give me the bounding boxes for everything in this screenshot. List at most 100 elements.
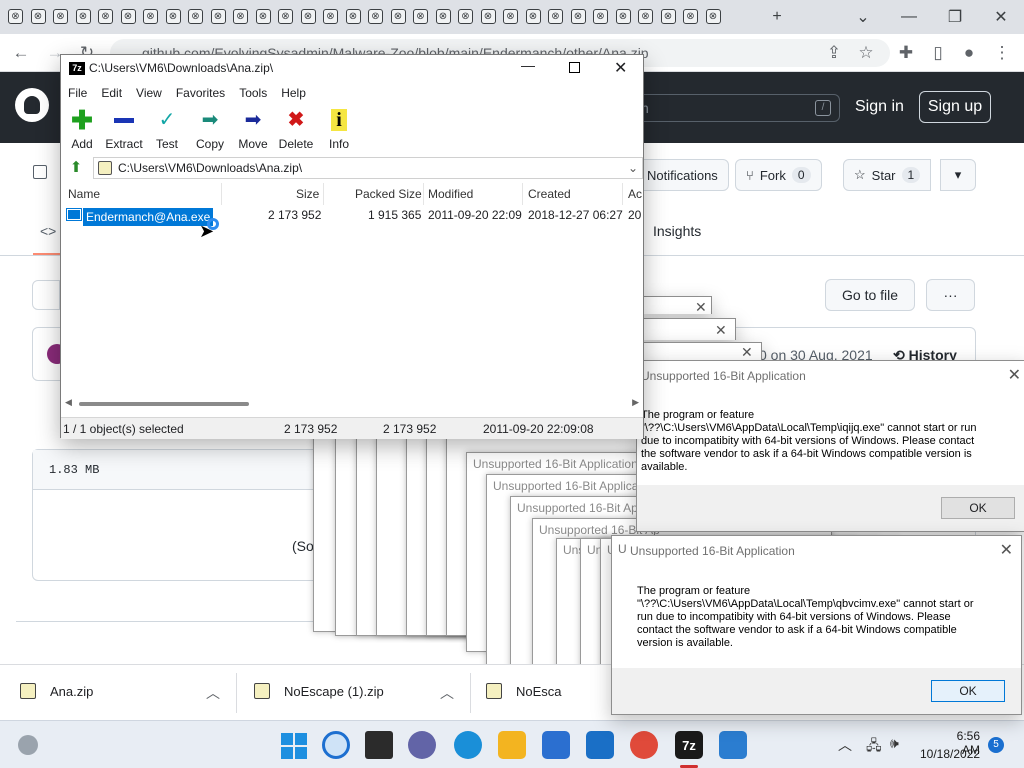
github-search-input[interactable]: h / (610, 94, 840, 122)
more-options-button[interactable]: ··· (926, 279, 975, 311)
close-icon[interactable]: ✕ (695, 299, 707, 316)
tab-favicon[interactable]: ⊗ (683, 9, 698, 24)
side-panel-button[interactable]: ▯ (927, 42, 949, 64)
star-button[interactable]: ☆ Star 1 (843, 159, 932, 191)
chevron-up-icon[interactable]: ︿ (206, 683, 220, 703)
tab-favicon[interactable]: ⊗ (458, 9, 473, 24)
menu-view[interactable]: View (135, 83, 169, 105)
tab-favicon[interactable]: ⊗ (548, 9, 563, 24)
volume-icon[interactable]: 🕪 (890, 735, 899, 752)
tab-favicon[interactable]: ⊗ (593, 9, 608, 24)
folder-up-icon[interactable]: ⬆ (65, 158, 87, 178)
weather-icon[interactable] (18, 735, 38, 755)
file-name[interactable]: Endermanch@Ana.exe (81, 207, 215, 227)
bookmark-button[interactable]: ☆ (855, 42, 877, 64)
tab-favicon[interactable]: ⊗ (390, 9, 406, 24)
tab-favicon[interactable]: ⊗ (570, 9, 586, 24)
download-item-ana[interactable]: Ana.zip (20, 683, 93, 699)
branch-selector[interactable] (32, 280, 60, 310)
7zip-taskbar-icon[interactable]: 7z (675, 731, 703, 759)
column-divider[interactable] (221, 183, 222, 205)
tab-favicon[interactable]: ⊗ (8, 9, 23, 24)
mail-icon[interactable] (586, 731, 614, 759)
clock-date[interactable]: 10/18/2022 (920, 747, 980, 761)
edge-icon[interactable] (454, 731, 482, 759)
tab-favicon[interactable]: ⊗ (503, 9, 518, 24)
tab-favicon[interactable]: ⊗ (345, 9, 361, 24)
code-icon[interactable]: <> (40, 223, 56, 239)
column-divider[interactable] (423, 183, 424, 205)
file-explorer-icon[interactable] (498, 731, 526, 759)
tab-favicon[interactable]: ⊗ (143, 9, 158, 24)
go-to-file-button[interactable]: Go to file (825, 279, 916, 311)
ok-button[interactable]: OK (941, 497, 1015, 519)
column-name[interactable]: Name (68, 187, 100, 201)
close-icon[interactable]: ✕ (741, 344, 753, 361)
tab-favicon[interactable]: ⊗ (75, 9, 91, 24)
scroll-right-icon[interactable]: ▶ (632, 397, 639, 408)
tab-favicon[interactable]: ⊗ (98, 9, 113, 24)
scrollbar-thumb[interactable] (79, 402, 249, 406)
star-dropdown-button[interactable]: ▾ (940, 159, 976, 191)
7zip-address-input[interactable]: C:\Users\VM6\Downloads\Ana.zip\ ⌄ (93, 157, 643, 179)
tab-favicon[interactable]: ⊗ (53, 9, 68, 24)
chevron-down-icon[interactable]: ⌄ (628, 158, 638, 178)
chevron-up-icon[interactable]: ︿ (440, 683, 454, 703)
close-icon[interactable]: ✕ (715, 322, 727, 339)
start-button[interactable] (280, 731, 308, 759)
network-icon[interactable]: 🖧 (866, 735, 882, 759)
tab-favicon[interactable]: ⊗ (278, 9, 293, 24)
close-icon[interactable]: ✕ (1008, 365, 1021, 385)
column-created[interactable]: Created (528, 187, 571, 201)
back-button[interactable]: ← (10, 42, 32, 64)
tab-favicon[interactable]: ⊗ (413, 9, 428, 24)
tab-insights[interactable]: Insights (653, 223, 701, 239)
tab-favicon[interactable]: ⊗ (615, 9, 631, 24)
notification-badge[interactable]: 5 (988, 737, 1004, 753)
column-accessed[interactable]: Ac (628, 187, 642, 201)
info-button[interactable]: i Info (314, 109, 364, 151)
chevron-up-icon[interactable]: ︿ (838, 735, 852, 755)
new-tab-button[interactable]: + (754, 0, 800, 34)
tab-favicon[interactable]: ⊗ (480, 9, 496, 24)
column-divider[interactable] (522, 183, 523, 205)
store-icon[interactable] (542, 731, 570, 759)
close-icon[interactable]: ✕ (1000, 540, 1013, 560)
tab-favicon[interactable]: ⊗ (165, 9, 181, 24)
fork-button[interactable]: ⑂ Fork 0 (735, 159, 822, 191)
profile-button[interactable]: ● (958, 42, 980, 64)
chrome-icon[interactable] (630, 731, 658, 759)
tab-favicon[interactable]: ⊗ (705, 9, 721, 24)
tab-favicon[interactable]: ⊗ (323, 9, 338, 24)
menu-favorites[interactable]: Favorites (175, 83, 232, 105)
sign-in-link[interactable]: Sign in (855, 98, 904, 116)
tab-favicon[interactable]: ⊗ (660, 9, 676, 24)
tab-favicon[interactable]: ⊗ (188, 9, 203, 24)
column-packed-size[interactable]: Packed Size (355, 187, 422, 201)
app-window-icon[interactable] (719, 731, 747, 759)
menu-tools[interactable]: Tools (238, 83, 274, 105)
minimize-button[interactable]: — (886, 0, 932, 34)
file-row[interactable]: Endermanch@Ana.exe 2 173 952 1 915 365 2… (61, 206, 643, 227)
tab-favicon[interactable]: ⊗ (525, 9, 541, 24)
task-view-icon[interactable] (365, 731, 393, 759)
minimize-icon[interactable]: — (521, 57, 535, 73)
download-item-noescape[interactable]: NoEscape (1).zip (254, 683, 384, 699)
menu-button[interactable]: ⋮ (991, 42, 1013, 64)
tab-favicon[interactable]: ⊗ (368, 9, 383, 24)
menu-help[interactable]: Help (280, 83, 313, 105)
scroll-left-icon[interactable]: ◀ (65, 397, 72, 408)
tab-favicon[interactable]: ⊗ (255, 9, 271, 24)
maximize-icon[interactable] (569, 62, 580, 73)
ok-button[interactable]: OK (931, 680, 1005, 702)
menu-edit[interactable]: Edit (100, 83, 129, 105)
tab-favicon[interactable]: ⊗ (435, 9, 451, 24)
tab-favicon[interactable]: ⊗ (300, 9, 316, 24)
download-item-noescape-2[interactable]: NoEsca (486, 683, 562, 699)
github-logo-icon[interactable] (15, 88, 49, 122)
notifications-button[interactable]: Notifications (636, 159, 729, 191)
horizontal-scrollbar[interactable]: ◀ ▶ (65, 397, 639, 410)
column-divider[interactable] (622, 183, 623, 205)
column-size[interactable]: Size (296, 187, 319, 201)
column-modified[interactable]: Modified (428, 187, 473, 201)
